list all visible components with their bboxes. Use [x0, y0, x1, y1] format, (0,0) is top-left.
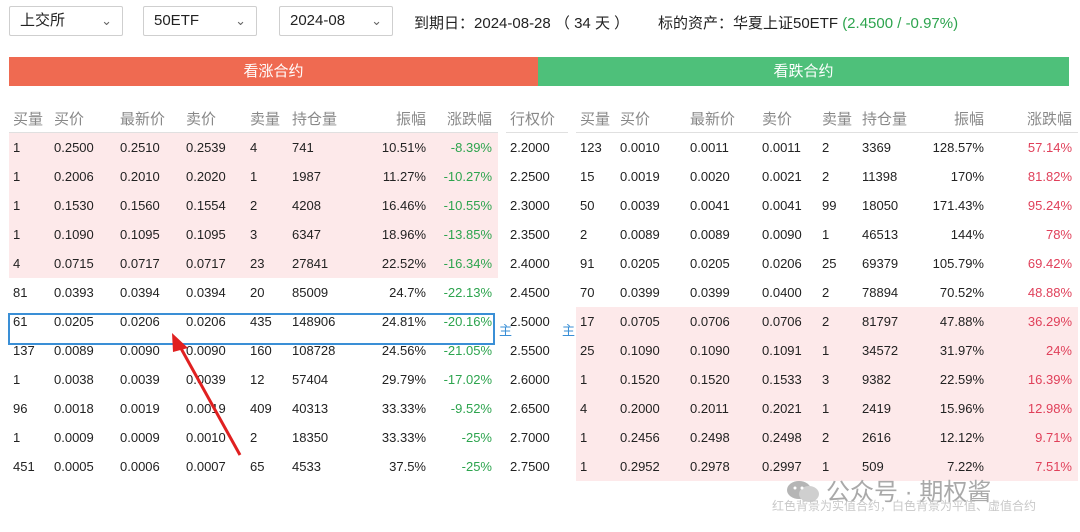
legend-note: 红色背景为实值合约，白色背景为平值、虚值合约: [772, 499, 1037, 513]
annotation-arrow: [172, 333, 242, 456]
